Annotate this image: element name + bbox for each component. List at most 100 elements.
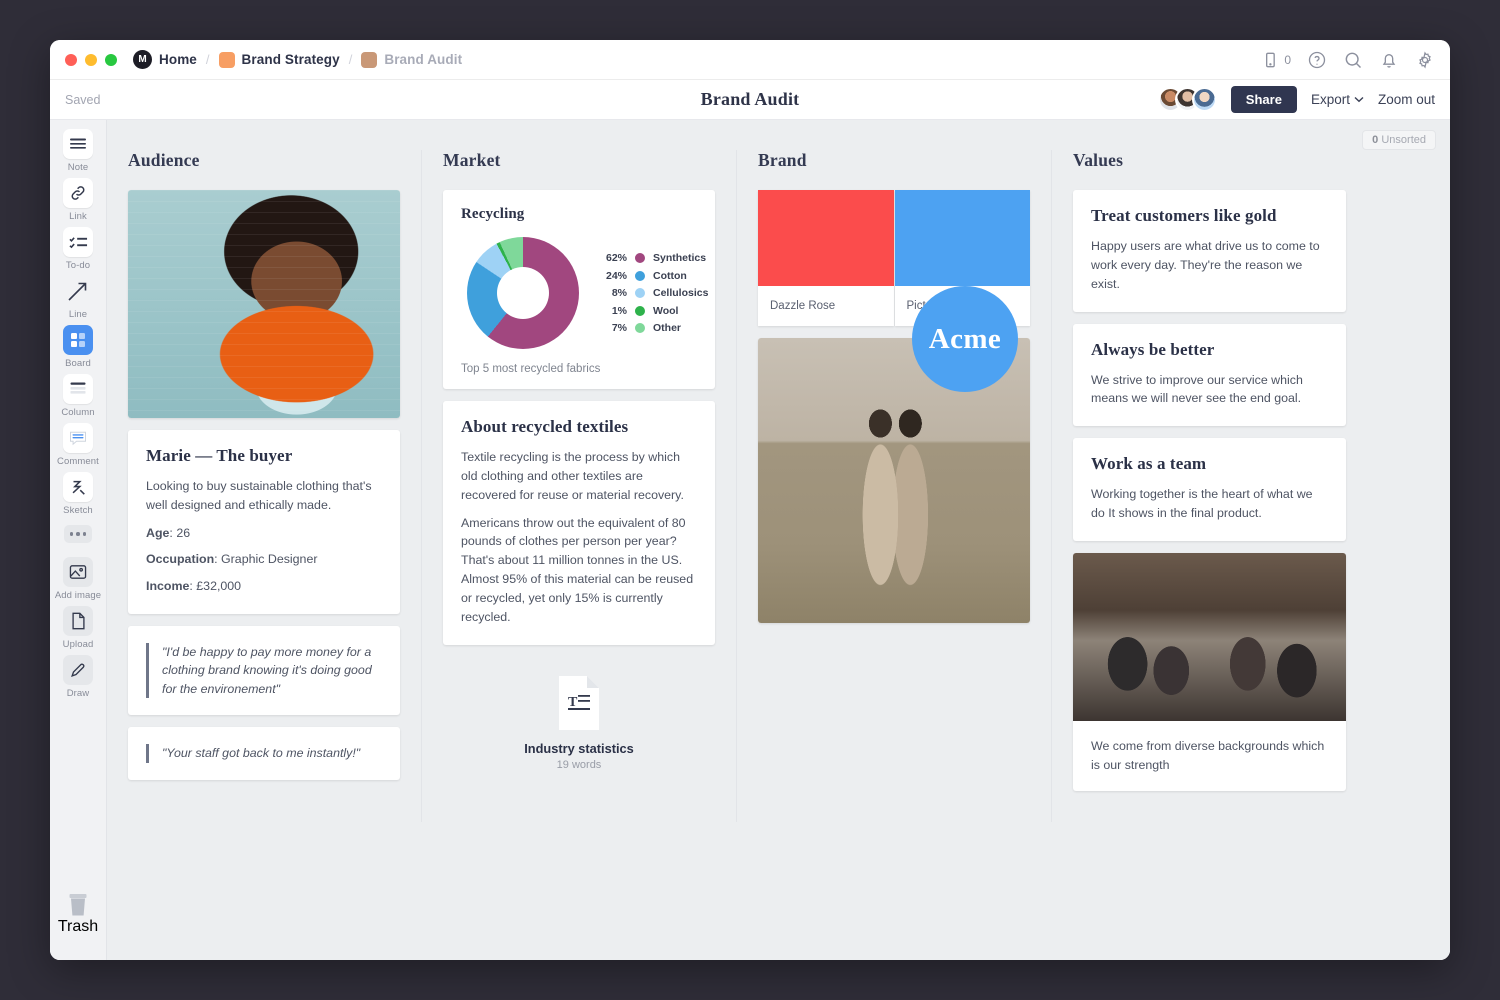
sidebar-item-note[interactable]: Note — [63, 129, 93, 173]
card-value-1[interactable]: Treat customers like gold Happy users ar… — [1073, 190, 1346, 312]
column-values: Values Treat customers like gold Happy u… — [1052, 150, 1367, 822]
value-heading: Always be better — [1091, 340, 1328, 360]
file-industry-statistics[interactable]: T Industry statistics 19 words — [443, 675, 715, 771]
sketch-icon — [69, 478, 87, 496]
app-logo-icon: M — [133, 50, 152, 69]
unsorted-badge[interactable]: 0 Unsorted — [1362, 130, 1436, 150]
legend-percent: 7% — [601, 322, 627, 334]
sidebar-item-label: Link — [69, 211, 87, 222]
mobile-icon — [1260, 50, 1280, 70]
breadcrumb-item-brand-strategy[interactable]: Brand Strategy — [242, 52, 340, 67]
sidebar-item-more[interactable] — [64, 525, 92, 543]
value-heading: Work as a team — [1091, 454, 1328, 474]
title-bar: M Home / Brand Strategy / Brand Audit 0 — [50, 40, 1450, 80]
column-title: Market — [443, 150, 715, 171]
avatar[interactable] — [1192, 87, 1217, 112]
window-controls[interactable] — [65, 54, 117, 66]
breadcrumb: M Home / Brand Strategy / Brand Audit — [133, 50, 462, 69]
sidebar-item-comment[interactable]: Comment — [57, 423, 99, 467]
brand-logo[interactable]: Acme — [912, 286, 1018, 392]
sidebar-item-label: Upload — [63, 639, 94, 650]
card-about-textiles[interactable]: About recycled textiles Textile recyclin… — [443, 401, 715, 645]
sidebar-item-sketch[interactable]: Sketch — [63, 472, 93, 516]
chevron-down-icon — [1354, 96, 1364, 103]
export-button[interactable]: Export — [1311, 92, 1364, 107]
persona-description: Looking to buy sustainable clothing that… — [146, 477, 382, 515]
donut-graphic — [467, 237, 579, 349]
text-document-icon: T — [557, 675, 601, 731]
toolbar-actions: 0 — [1260, 50, 1435, 70]
swatch-dazzle-rose[interactable]: Dazzle Rose — [758, 190, 894, 326]
devices-button[interactable]: 0 — [1260, 50, 1291, 70]
legend-percent: 8% — [601, 287, 627, 299]
gear-icon[interactable] — [1415, 50, 1435, 70]
file-name: Industry statistics — [524, 741, 634, 756]
board-columns: Audience Marie — The buyer Looking to bu… — [107, 120, 1450, 960]
legend-label: Cotton — [653, 270, 687, 282]
persona-heading: Marie — The buyer — [146, 446, 382, 466]
quote-text: "I'd be happy to pay more money for a cl… — [146, 643, 382, 699]
search-icon[interactable] — [1343, 50, 1363, 70]
legend-percent: 62% — [601, 252, 627, 264]
column-brand: Brand Dazzle Rose Picton Blue Acme — [737, 150, 1052, 822]
sidebar-item-board[interactable]: Board — [63, 325, 93, 369]
help-icon[interactable] — [1307, 50, 1327, 70]
card-team-photo[interactable]: We come from diverse backgrounds which i… — [1073, 553, 1346, 791]
sidebar-item-label: Line — [69, 309, 87, 320]
chart-title: Recycling — [461, 206, 697, 223]
trash-label: Trash — [58, 918, 98, 936]
sidebar-item-column[interactable]: Column — [61, 374, 94, 418]
card-persona-details[interactable]: Marie — The buyer Looking to buy sustain… — [128, 430, 400, 614]
close-window-button[interactable] — [65, 54, 77, 66]
sidebar-item-upload[interactable]: Upload — [63, 606, 94, 650]
sidebar-item-link[interactable]: Link — [63, 178, 93, 222]
value-body: We strive to improve our service which m… — [1091, 371, 1328, 409]
sidebar-item-add-image[interactable]: Add image — [55, 557, 101, 601]
app-body: Note Link To-do Line — [50, 120, 1450, 960]
swatch-color — [758, 190, 894, 286]
breadcrumb-item-brand-audit[interactable]: Brand Audit — [384, 52, 462, 67]
sidebar-item-draw[interactable]: Draw — [63, 655, 93, 699]
add-image-icon — [69, 564, 87, 580]
value-body: Working together is the heart of what we… — [1091, 485, 1328, 523]
project-color-chip-icon — [219, 52, 235, 68]
sidebar-item-todo[interactable]: To-do — [63, 227, 93, 271]
maximize-window-button[interactable] — [105, 54, 117, 66]
card-persona-photo[interactable] — [128, 190, 400, 418]
legend-swatch-icon — [635, 288, 645, 298]
card-value-2[interactable]: Always be better We strive to improve ou… — [1073, 324, 1346, 427]
about-heading: About recycled textiles — [461, 417, 697, 437]
app-window: M Home / Brand Strategy / Brand Audit 0 — [50, 40, 1450, 960]
card-value-3[interactable]: Work as a team Working together is the h… — [1073, 438, 1346, 541]
breadcrumb-item-home[interactable]: Home — [159, 52, 197, 67]
swatch-name: Dazzle Rose — [758, 286, 894, 326]
draw-icon — [69, 661, 87, 679]
sidebar-item-label: Comment — [57, 456, 99, 467]
more-icon — [64, 525, 92, 543]
device-count: 0 — [1284, 53, 1291, 67]
about-paragraph-1: Textile recycling is the process by whic… — [461, 448, 697, 505]
card-quote-1[interactable]: "I'd be happy to pay more money for a cl… — [128, 626, 400, 716]
sidebar-item-label: Sketch — [63, 505, 93, 516]
zoom-out-button[interactable]: Zoom out — [1378, 92, 1435, 107]
legend-swatch-icon — [635, 323, 645, 333]
export-label: Export — [1311, 92, 1350, 107]
sub-toolbar: Saved Brand Audit Share Export Zoom out — [50, 80, 1450, 120]
sidebar-item-label: Column — [61, 407, 94, 418]
sidebar-item-label: Note — [68, 162, 88, 173]
trash-button[interactable]: Trash — [58, 892, 98, 936]
bell-icon[interactable] — [1379, 50, 1399, 70]
board-canvas[interactable]: 0 Unsorted Audience Marie — The buyer Lo… — [107, 120, 1450, 960]
card-recycling-chart[interactable]: Recycling 62%Synthetics24%Cotton8%Cellul… — [443, 190, 715, 389]
sidebar-item-label: Board — [65, 358, 91, 369]
about-paragraph-2: Americans throw out the equivalent of 80… — [461, 514, 697, 627]
sidebar-item-line[interactable]: Line — [63, 276, 93, 320]
brand-visuals: Acme — [758, 338, 1030, 623]
persona-field-income: Income: £32,000 — [146, 577, 382, 596]
collaborator-avatars[interactable] — [1158, 87, 1217, 112]
share-button[interactable]: Share — [1231, 86, 1297, 113]
legend-swatch-icon — [635, 306, 645, 316]
card-quote-2[interactable]: "Your staff got back to me instantly!" — [128, 727, 400, 780]
value-heading: Treat customers like gold — [1091, 206, 1328, 226]
minimize-window-button[interactable] — [85, 54, 97, 66]
